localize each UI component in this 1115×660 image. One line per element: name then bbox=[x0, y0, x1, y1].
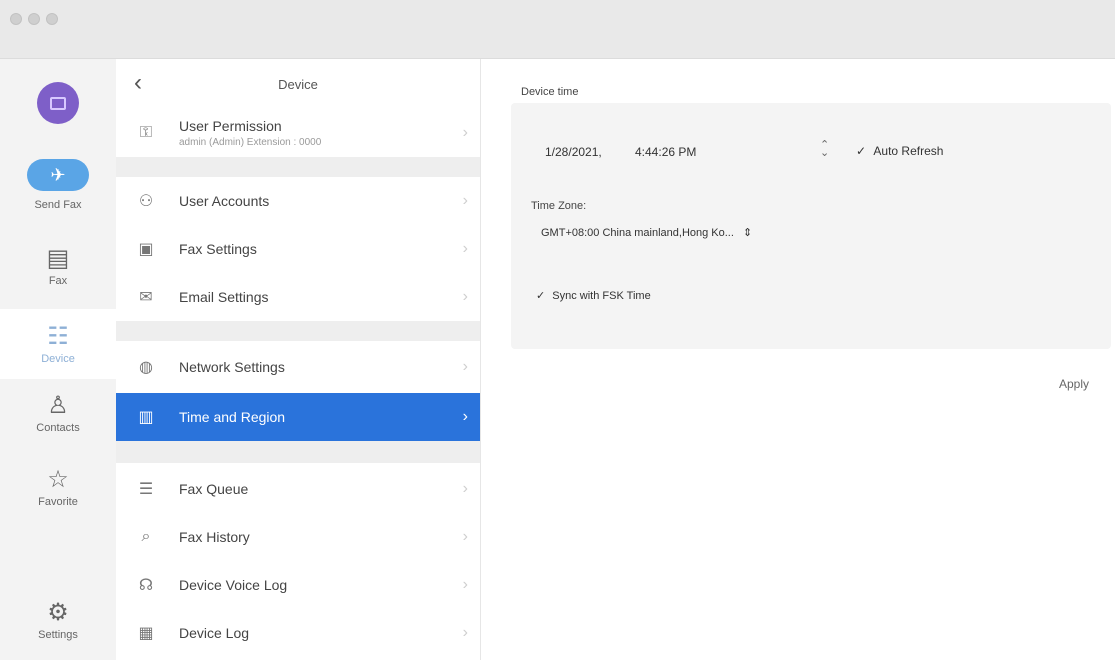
time-zone-select[interactable]: GMT+08:00 China mainland,Hong Ko... ⇕ bbox=[541, 226, 752, 239]
star-icon: ☆ bbox=[47, 466, 69, 493]
list-header: ‹ Device bbox=[116, 59, 480, 109]
email-settings-icon: ✉ bbox=[139, 289, 153, 306]
chevron-right-icon: › bbox=[462, 192, 468, 209]
paper-plane-icon: ✈ bbox=[50, 164, 66, 185]
fax-device-icon bbox=[50, 96, 66, 110]
auto-refresh-label: Auto Refresh bbox=[873, 144, 944, 158]
list-item-label: User Permission bbox=[179, 118, 282, 134]
auto-refresh-checkbox[interactable]: ✓ Auto Refresh bbox=[856, 144, 943, 158]
rail-item-fax[interactable]: ▤ Fax bbox=[0, 245, 116, 305]
section-divider bbox=[116, 157, 480, 177]
time-zone-value: GMT+08:00 China mainland,Hong Ko... bbox=[541, 227, 734, 239]
list-item-label: Fax Queue bbox=[179, 481, 249, 497]
chevron-right-icon: › bbox=[462, 358, 468, 375]
list-item-label: Fax History bbox=[179, 529, 250, 545]
send-fax-label: Send Fax bbox=[34, 199, 82, 211]
globe-icon: ◍ bbox=[139, 359, 153, 376]
fax-history-icon: ⌕ bbox=[141, 528, 151, 545]
list-item-device-log[interactable]: ▦ Device Log › bbox=[116, 609, 480, 657]
rail-item-favorite[interactable]: ☆ Favorite bbox=[0, 466, 116, 526]
chevron-right-icon: › bbox=[462, 288, 468, 305]
list-item-subtitle: admin (Admin) Extension : 0000 bbox=[179, 137, 322, 148]
apply-button[interactable]: Apply bbox=[1059, 377, 1089, 391]
rail-item-device[interactable]: ☷ Device bbox=[0, 309, 116, 379]
list-item-fax-settings[interactable]: ▣ Fax Settings › bbox=[116, 225, 480, 273]
list-item-label: Email Settings bbox=[179, 289, 269, 305]
rail-item-label: Device bbox=[41, 353, 75, 365]
chevron-right-icon: › bbox=[462, 408, 468, 425]
send-fax-button[interactable]: ✈ bbox=[27, 159, 89, 191]
list-item-label: Device Log bbox=[179, 625, 250, 641]
section-divider bbox=[116, 441, 480, 463]
checkmark-icon: ✓ bbox=[536, 290, 546, 302]
list-item-device-voice-log[interactable]: ☊ Device Voice Log › bbox=[116, 561, 480, 609]
list-item-fax-queue[interactable]: ☰ Fax Queue › bbox=[116, 465, 480, 513]
user-permission-icon: ⚿ bbox=[139, 124, 153, 141]
rail-item-label: Settings bbox=[38, 629, 78, 641]
fax-icon: ▤ bbox=[46, 245, 70, 272]
device-log-icon: ▦ bbox=[138, 625, 154, 642]
contacts-icon: ♙ bbox=[47, 392, 69, 419]
rail-item-settings[interactable]: ⚙ Settings bbox=[0, 599, 116, 659]
fax-queue-icon: ☰ bbox=[138, 481, 154, 498]
device-settings-list: ‹ Device ⚿ User Permission admin (Admin)… bbox=[116, 59, 481, 660]
list-item-label: Time and Region bbox=[179, 409, 286, 425]
rail-item-label: Contacts bbox=[36, 422, 80, 434]
list-item-fax-history[interactable]: ⌕ Fax History › bbox=[116, 513, 480, 561]
device-icon: ☷ bbox=[47, 323, 69, 350]
time-value: 4:44:26 PM bbox=[635, 145, 697, 159]
gear-icon: ⚙ bbox=[47, 599, 69, 626]
chevron-right-icon: › bbox=[462, 528, 468, 545]
fax-settings-icon: ▣ bbox=[138, 241, 154, 258]
list-title: Device bbox=[278, 77, 318, 92]
time-region-icon: ▥ bbox=[138, 409, 154, 426]
zoom-window-icon[interactable] bbox=[46, 13, 58, 25]
chevron-right-icon: › bbox=[462, 480, 468, 497]
list-item-label: User Accounts bbox=[179, 193, 270, 209]
avatar[interactable] bbox=[37, 82, 79, 124]
list-item-label: Fax Settings bbox=[179, 241, 257, 257]
sync-fsk-label: Sync with FSK Time bbox=[552, 290, 651, 302]
rail-item-label: Favorite bbox=[38, 496, 78, 508]
select-arrows-icon: ⇕ bbox=[742, 227, 753, 239]
date-value: 1/28/2021, bbox=[545, 145, 602, 159]
sync-fsk-checkbox[interactable]: ✓ Sync with FSK Time bbox=[536, 289, 651, 302]
checkmark-icon: ✓ bbox=[856, 144, 867, 158]
list-item-user-accounts[interactable]: ⚇ User Accounts › bbox=[116, 177, 480, 225]
section-divider bbox=[116, 321, 480, 341]
close-window-icon[interactable] bbox=[10, 13, 22, 25]
list-item-label: Network Settings bbox=[179, 359, 285, 375]
list-item-time-and-region[interactable]: ▥ Time and Region › bbox=[116, 393, 480, 441]
window-controls[interactable] bbox=[10, 13, 58, 25]
list-item-network-settings[interactable]: ◍ Network Settings › bbox=[116, 343, 480, 391]
minimize-window-icon[interactable] bbox=[28, 13, 40, 25]
chevron-right-icon: › bbox=[462, 124, 468, 141]
rail-item-contacts[interactable]: ♙ Contacts bbox=[0, 392, 116, 452]
rail-item-label: Fax bbox=[48, 275, 68, 287]
list-item-label: Device Voice Log bbox=[179, 577, 288, 593]
chevron-right-icon: › bbox=[462, 240, 468, 257]
title-bar bbox=[0, 0, 1115, 59]
user-accounts-icon: ⚇ bbox=[138, 193, 154, 210]
headset-icon: ☊ bbox=[138, 577, 154, 594]
time-stepper[interactable]: ⌃ ⌄ bbox=[820, 140, 829, 159]
chevron-right-icon: › bbox=[462, 576, 468, 593]
time-zone-label: Time Zone: bbox=[531, 200, 587, 212]
chevron-right-icon: › bbox=[462, 624, 468, 641]
list-item-text: User Permission admin (Admin) Extension … bbox=[179, 118, 463, 148]
list-item-user-permission[interactable]: ⚿ User Permission admin (Admin) Extensio… bbox=[116, 109, 480, 157]
list-item-email-settings[interactable]: ✉ Email Settings › bbox=[116, 273, 480, 321]
left-rail: ✈ Send Fax ▤ Fax ☷ Device ♙ Contacts ☆ F… bbox=[0, 59, 117, 660]
device-time-label: Device time bbox=[521, 86, 579, 98]
